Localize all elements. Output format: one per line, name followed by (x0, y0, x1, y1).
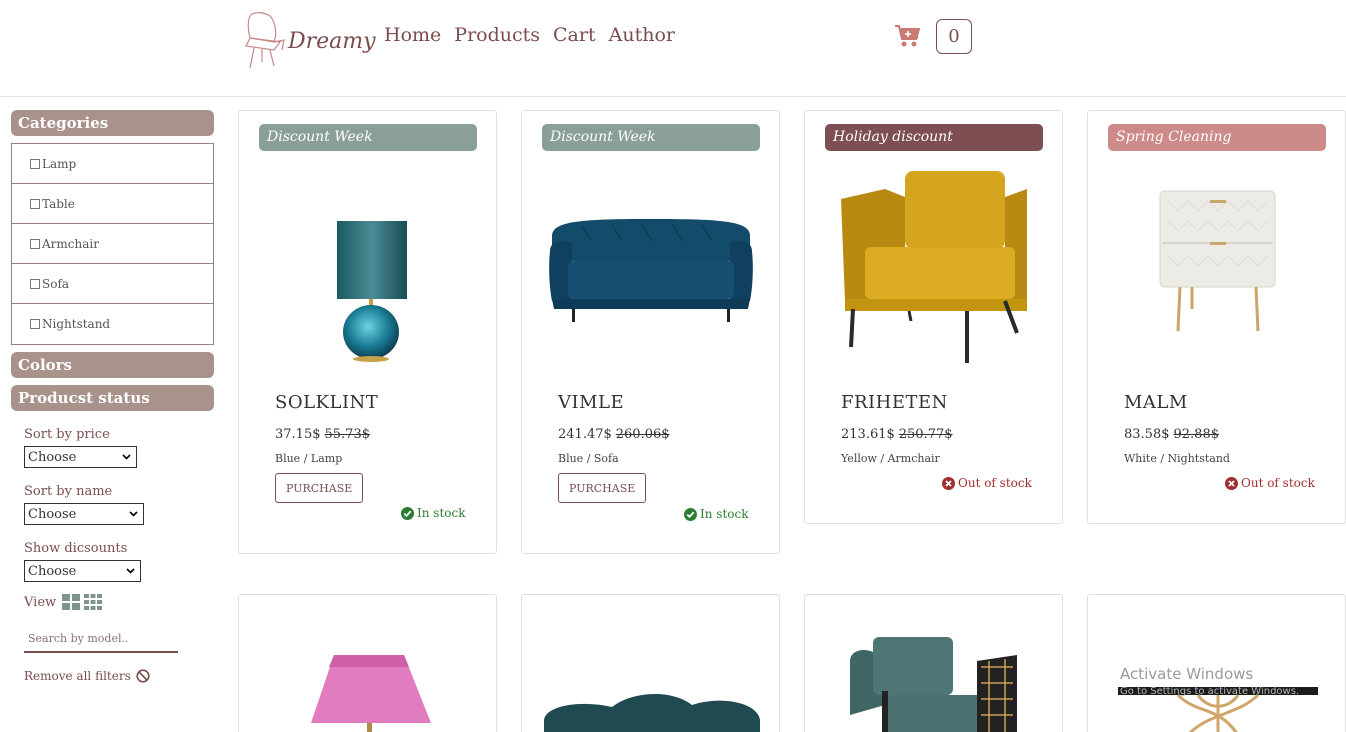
ban-icon (136, 669, 150, 683)
product-name: SOLKLINT (275, 392, 379, 413)
pink-lamp-image (311, 655, 431, 732)
armchair-image (841, 171, 1027, 363)
category-lamp[interactable]: Lamp (12, 144, 213, 184)
brand-logo[interactable]: Dreamy (244, 10, 376, 70)
discounts-label: Show dicsounts (24, 541, 128, 556)
product-name: MALM (1124, 392, 1188, 413)
product-price: 213.61$ 250.77$ (841, 427, 953, 442)
product-price: 241.47$ 260.06$ (558, 427, 670, 442)
sort-name-select[interactable]: Choose (24, 503, 144, 525)
discount-badge: Discount Week (259, 124, 477, 151)
old-price: 260.06$ (615, 427, 670, 442)
nav-cart[interactable]: Cart (553, 24, 596, 46)
grid-large-icon[interactable] (62, 594, 81, 610)
category-armchair[interactable]: Armchair (12, 224, 213, 264)
check-circle-icon (401, 506, 414, 520)
windows-activation-title: Activate Windows (1120, 665, 1254, 683)
gold-table-image (1118, 687, 1318, 732)
teal-sofa-image (544, 694, 760, 732)
grid-small-icon[interactable] (84, 594, 103, 610)
cart-count-badge[interactable]: 0 (936, 19, 972, 54)
discount-badge: Discount Week (542, 124, 760, 151)
discounts-select[interactable]: Choose (24, 560, 141, 582)
product-card (521, 594, 780, 732)
product-price: 83.58$ 92.88$ (1124, 427, 1219, 442)
product-meta: White / Nightstand (1124, 452, 1230, 465)
category-sofa[interactable]: Sofa (12, 264, 213, 304)
main-nav: Home Products Cart Author (384, 24, 675, 46)
stock-status: Out of stock (942, 476, 1032, 490)
sofa-image (549, 219, 753, 322)
view-label: View (24, 594, 57, 610)
x-circle-icon (1225, 476, 1238, 490)
filter-sidebar: Categories Lamp Table Armchair Sofa Nigh… (11, 110, 214, 683)
chevron-down-icon (126, 568, 135, 574)
lamp-image (337, 221, 407, 362)
nightstand-image (1159, 190, 1276, 332)
product-name: FRIHETEN (841, 392, 948, 413)
categories-header[interactable]: Categories (11, 110, 214, 136)
lattice-armchair-image (850, 637, 1017, 732)
product-card: Discount Week SOLKLINT 37.15$ 55.73$ Blue… (238, 110, 497, 554)
brand-name: Dreamy (288, 28, 376, 54)
chevron-down-icon (129, 511, 138, 517)
checkbox[interactable] (30, 238, 40, 249)
checkbox[interactable] (30, 278, 40, 289)
product-meta: Yellow / Armchair (841, 452, 940, 465)
remove-filters-button[interactable]: Remove all filters (24, 669, 214, 683)
discount-badge: Spring Cleaning (1108, 124, 1326, 151)
category-list: Lamp Table Armchair Sofa Nightstand (11, 143, 214, 345)
product-card: Spring Cleaning MALM 83.58$ 92.88$ White … (1087, 110, 1346, 524)
windows-activation-sub: Go to Settings to activate Windows. (1120, 686, 1300, 697)
product-card (1087, 594, 1346, 732)
x-circle-icon (942, 476, 955, 490)
cart-icon[interactable] (895, 24, 921, 48)
nav-home[interactable]: Home (384, 24, 441, 46)
nav-author[interactable]: Author (609, 24, 675, 46)
status-header[interactable]: Producst status (11, 385, 214, 411)
header: Dreamy Home Products Cart Author 0 (0, 0, 1346, 97)
product-card: Discount Week VIMLE 241.47$ 260.06$ Blue … (521, 110, 780, 554)
product-card: Holiday discount FRIHETEN 213.61$ 250.77$… (804, 110, 1063, 524)
purchase-button[interactable]: PURCHASE (558, 473, 647, 503)
purchase-button[interactable]: PURCHASE (275, 473, 364, 503)
model-search-input[interactable] (24, 628, 178, 653)
product-price: 37.15$ 55.73$ (275, 427, 370, 442)
category-table[interactable]: Table (12, 184, 213, 224)
chair-logo-icon (245, 12, 285, 69)
check-circle-icon (684, 507, 697, 521)
old-price: 250.77$ (898, 427, 953, 442)
view-toggle: View (24, 594, 214, 610)
sort-price-select[interactable]: Choose (24, 446, 137, 468)
stock-status: Out of stock (1225, 476, 1315, 490)
sort-price-label: Sort by price (24, 427, 110, 442)
category-nightstand[interactable]: Nightstand (12, 304, 213, 344)
discount-badge: Holiday discount (825, 124, 1043, 151)
product-meta: Blue / Lamp (275, 452, 343, 465)
colors-header[interactable]: Colors (11, 352, 214, 378)
product-name: VIMLE (558, 392, 625, 413)
stock-status: In stock (684, 507, 748, 521)
checkbox[interactable] (30, 158, 40, 169)
old-price: 55.73$ (324, 427, 371, 442)
product-card (804, 594, 1063, 732)
sort-name-label: Sort by name (24, 484, 113, 499)
product-card (238, 594, 497, 732)
sort-controls: Sort by price Choose Sort by name Choose… (11, 427, 214, 683)
checkbox[interactable] (30, 198, 40, 209)
chevron-down-icon (122, 454, 131, 460)
nav-products[interactable]: Products (454, 24, 540, 46)
stock-status: In stock (401, 506, 465, 520)
checkbox[interactable] (30, 319, 40, 329)
product-meta: Blue / Sofa (558, 452, 619, 465)
old-price: 92.88$ (1173, 427, 1220, 442)
